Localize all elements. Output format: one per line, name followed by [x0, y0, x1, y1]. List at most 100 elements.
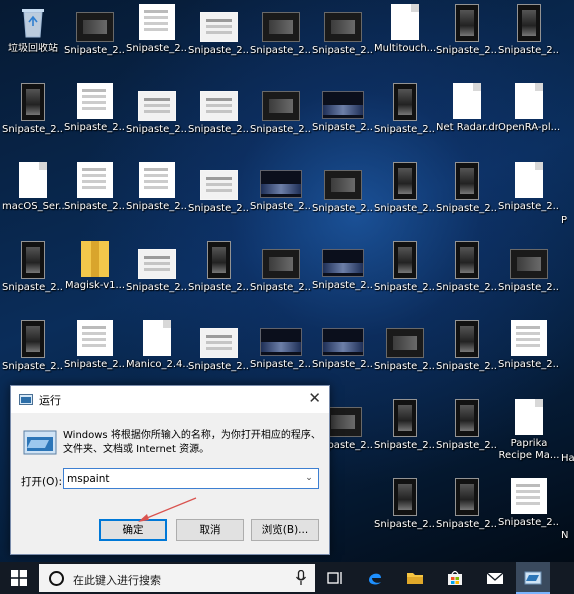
- file-thumbnail-icon: [510, 249, 548, 279]
- run-icon: [524, 571, 542, 585]
- file-thumbnail-icon: [200, 328, 238, 358]
- desktop-icon[interactable]: Snipaste_2...: [64, 83, 126, 134]
- desktop-icon[interactable]: Snipaste_2...: [126, 162, 188, 213]
- desktop-icon[interactable]: Snipaste_2...: [188, 162, 250, 215]
- desktop-icon-label: Snipaste_2...: [312, 45, 374, 56]
- desktop-icon[interactable]: Snipaste_2...: [374, 162, 436, 215]
- file-thumbnail-icon: [21, 83, 45, 121]
- desktop-icon[interactable]: Snipaste_2...: [64, 320, 126, 371]
- start-button[interactable]: [0, 562, 38, 594]
- desktop-icon-label: Snipaste_2...: [188, 124, 250, 135]
- desktop-icon-label: Snipaste_2...: [312, 359, 374, 370]
- file-explorer-button[interactable]: [398, 562, 432, 594]
- desktop-icon[interactable]: Magisk-v1...: [64, 241, 126, 292]
- desktop-icon[interactable]: Snipaste_2...: [126, 83, 188, 136]
- file-thumbnail-icon: [77, 320, 113, 356]
- run-taskbar-button[interactable]: [516, 562, 550, 594]
- close-icon[interactable]: ✕: [308, 389, 321, 407]
- desktop-icon[interactable]: Snipaste_2...: [64, 162, 126, 213]
- desktop-icon[interactable]: Snipaste_2...: [498, 320, 560, 371]
- chevron-down-icon[interactable]: ⌄: [300, 469, 318, 488]
- desktop-icon[interactable]: Snipaste_2...: [498, 4, 560, 57]
- desktop-icon[interactable]: Snipaste_2...: [126, 4, 188, 55]
- task-view-button[interactable]: [318, 562, 352, 594]
- desktop-icon[interactable]: Snipaste_2...: [312, 83, 374, 134]
- file-thumbnail-icon: [200, 170, 238, 200]
- run-app-icon: [23, 430, 57, 455]
- file-thumbnail-icon: [515, 162, 543, 198]
- desktop-icon-label: Snipaste_2...: [250, 282, 312, 293]
- desktop-icon[interactable]: Snipaste_2...: [436, 320, 498, 373]
- desktop-icon[interactable]: Snipaste_2...: [250, 4, 312, 57]
- desktop-icon[interactable]: Snipaste_2...: [250, 241, 312, 294]
- desktop-icon-label: Snipaste_2...: [374, 124, 436, 135]
- desktop-icon[interactable]: Manico_2.4...: [126, 320, 188, 371]
- desktop-icon[interactable]: Snipaste_2...: [374, 320, 436, 373]
- folder-icon: [407, 573, 423, 584]
- store-button[interactable]: [438, 562, 472, 594]
- file-thumbnail-icon: [455, 162, 479, 200]
- desktop-icon[interactable]: Snipaste_2...: [436, 241, 498, 294]
- desktop-icon[interactable]: Multitouch...: [374, 4, 436, 55]
- desktop-icon[interactable]: Snipaste_2...: [2, 241, 64, 294]
- desktop-icon[interactable]: Snipaste_2...: [126, 241, 188, 294]
- cortana-icon: [49, 571, 64, 586]
- desktop-icon[interactable]: 垃圾回收站: [2, 4, 64, 55]
- mail-icon: [486, 572, 504, 584]
- desktop-icon[interactable]: Snipaste_2...: [2, 83, 64, 136]
- desktop-icon[interactable]: Snipaste_2...: [312, 241, 374, 292]
- desktop-icon[interactable]: Net Radar.dmg: [436, 83, 498, 134]
- desktop-icon[interactable]: Snipaste_2...: [436, 478, 498, 531]
- edge-button[interactable]: [358, 562, 392, 594]
- desktop-icon[interactable]: OpenRA-pl...: [498, 83, 560, 134]
- desktop-icon-label: Snipaste_2...: [374, 519, 436, 530]
- run-icon: [19, 394, 33, 405]
- desktop-icon-label: Magisk-v1...: [64, 280, 126, 291]
- mail-button[interactable]: [478, 562, 512, 594]
- desktop-icon-label: Snipaste_2...: [188, 203, 250, 214]
- desktop-icon[interactable]: Snipaste_2...: [2, 320, 64, 373]
- desktop-icon-label: Snipaste_2...: [312, 122, 374, 133]
- open-combobox[interactable]: ⌄: [63, 468, 319, 489]
- open-input[interactable]: [67, 470, 295, 487]
- desktop-icon[interactable]: Snipaste_2...: [188, 241, 250, 294]
- desktop-icon-label: Snipaste_2...: [498, 45, 560, 56]
- taskbar-search[interactable]: 在此键入进行搜索: [39, 564, 315, 592]
- file-thumbnail-icon: [207, 241, 231, 279]
- desktop-icon[interactable]: Snipaste_2...: [250, 162, 312, 213]
- desktop-icon[interactable]: Snipaste_2...: [250, 83, 312, 136]
- desktop-icon-label: Snipaste_2...: [2, 361, 64, 372]
- desktop-icon[interactable]: Snipaste_2...: [312, 4, 374, 57]
- desktop-icon[interactable]: Snipaste_2...: [250, 320, 312, 371]
- desktop-icon[interactable]: Snipaste_2...: [374, 83, 436, 136]
- ok-button[interactable]: 确定: [99, 519, 167, 541]
- desktop-icon[interactable]: Paprika Recipe Ma...: [498, 399, 560, 462]
- windows-logo-icon: [11, 570, 27, 586]
- desktop-icon[interactable]: Snipaste_2...: [188, 4, 250, 57]
- file-thumbnail-icon: [455, 4, 479, 42]
- desktop-icon[interactable]: Snipaste_2...: [312, 162, 374, 215]
- desktop-icon[interactable]: Snipaste_2...: [498, 241, 560, 294]
- desktop-icon[interactable]: Snipaste_2...: [188, 83, 250, 136]
- desktop-icon[interactable]: Snipaste_2...: [436, 4, 498, 57]
- desktop-icon[interactable]: Snipaste_2...: [436, 162, 498, 215]
- file-thumbnail-icon: [21, 241, 45, 279]
- desktop-icon-label: Snipaste_2...: [436, 45, 498, 56]
- desktop-icon[interactable]: Snipaste_2...: [374, 399, 436, 452]
- desktop-icon[interactable]: Snipaste_2...: [374, 478, 436, 531]
- desktop-icon-label: Snipaste_2...: [436, 361, 498, 372]
- desktop-icon[interactable]: Snipaste_2...: [436, 399, 498, 452]
- desktop-icon[interactable]: Snipaste_2...: [498, 162, 560, 213]
- desktop-icon[interactable]: Snipaste_2...: [498, 478, 560, 529]
- browse-button[interactable]: 浏览(B)...: [251, 519, 319, 541]
- desktop-icon-label: Snipaste_2...: [436, 519, 498, 530]
- desktop-icon[interactable]: Snipaste_2...: [188, 320, 250, 373]
- dialog-title-bar[interactable]: 运行 ✕: [11, 386, 329, 413]
- microphone-icon[interactable]: [295, 570, 307, 586]
- edge-icon-label: Ha: [561, 453, 574, 464]
- desktop-icon[interactable]: macOS_Ser...: [2, 162, 64, 213]
- desktop-icon[interactable]: Snipaste_2...: [312, 320, 374, 371]
- desktop-icon[interactable]: Snipaste_2...: [374, 241, 436, 294]
- cancel-button[interactable]: 取消: [176, 519, 244, 541]
- desktop-icon[interactable]: Snipaste_2...: [64, 4, 126, 57]
